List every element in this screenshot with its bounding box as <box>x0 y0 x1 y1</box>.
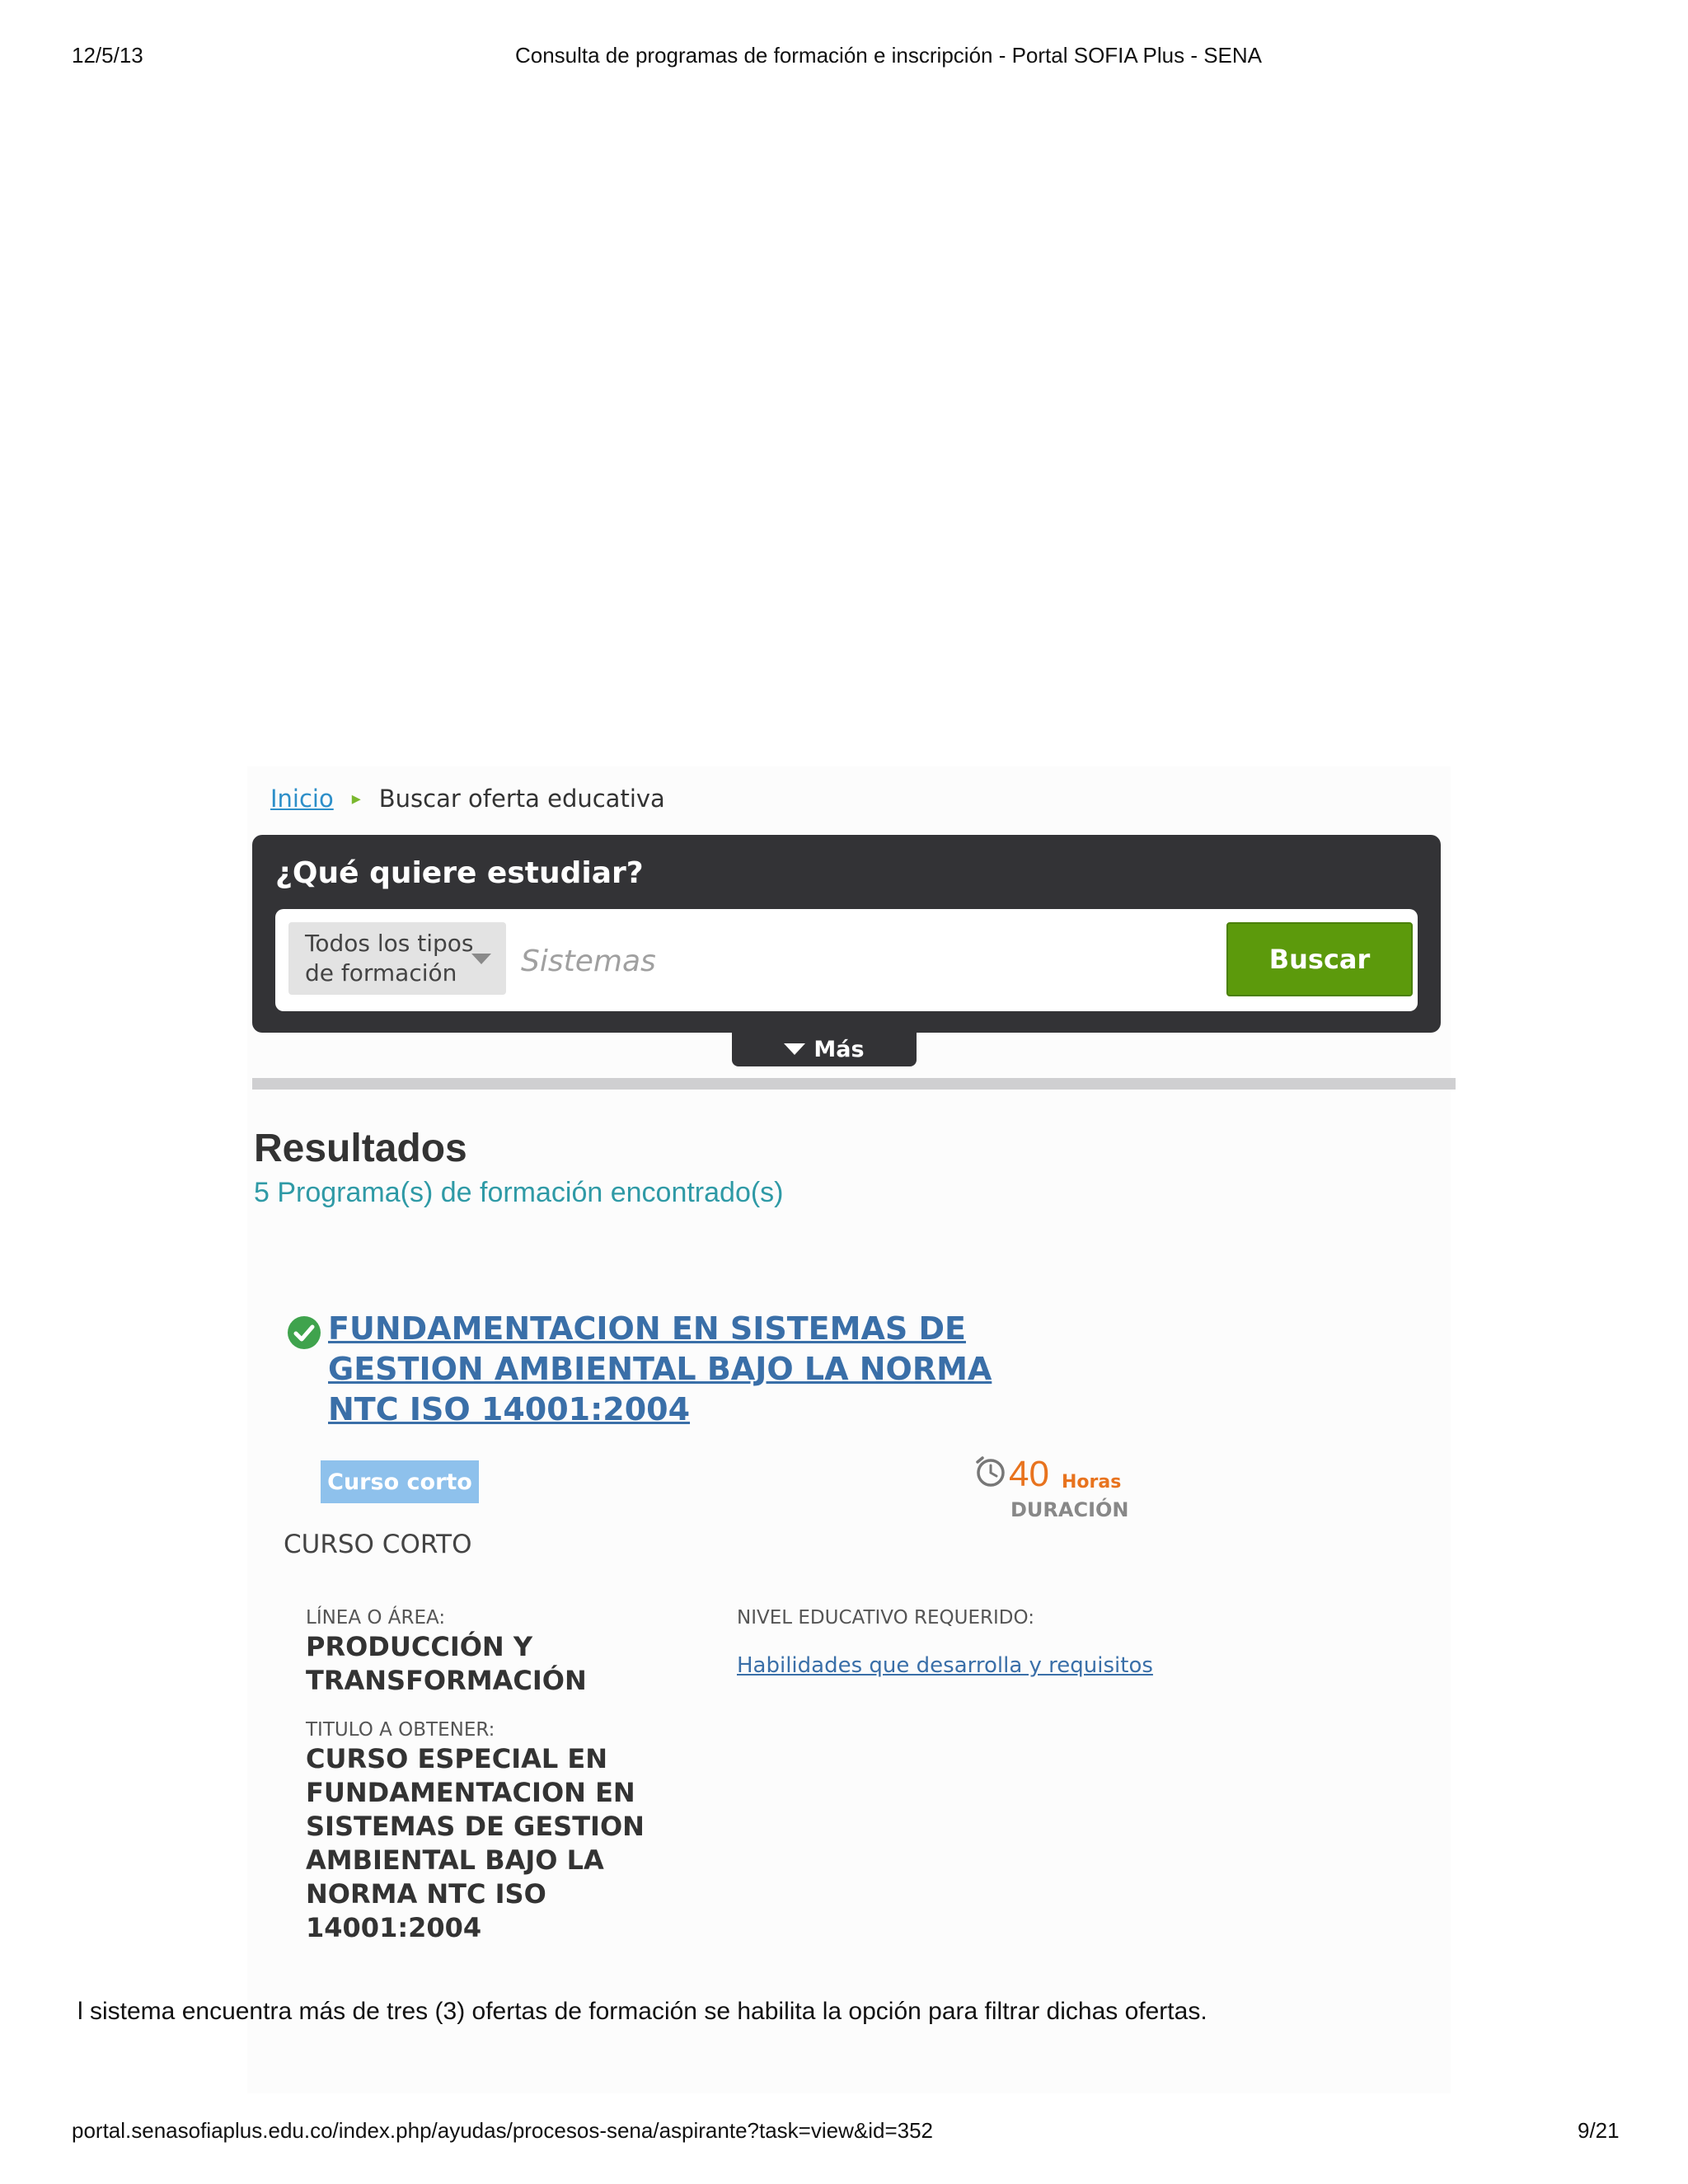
caption-text: l sistema encuentra más de tres (3) ofer… <box>77 1998 1207 2025</box>
breadcrumb: Inicio ▸ Buscar oferta educativa <box>270 785 665 813</box>
program-type-badge: Curso corto <box>321 1460 479 1503</box>
check-circle-icon <box>288 1316 321 1349</box>
results-count: 5 Programa(s) de formación encontrado(s) <box>254 1177 784 1208</box>
skills-requirements-link[interactable]: Habilidades que desarrolla y requisitos <box>737 1653 1153 1678</box>
search-heading: ¿Qué quiere estudiar? <box>275 856 644 890</box>
search-panel: ¿Qué quiere estudiar? Todos los tipos de… <box>252 835 1441 1033</box>
chevron-right-icon: ▸ <box>351 788 361 809</box>
duration-label: DURACIÓN <box>1010 1498 1129 1521</box>
stopwatch-icon <box>976 1456 1005 1487</box>
more-options-tab[interactable]: Más <box>732 1032 917 1066</box>
degree-value: CURSO ESPECIAL EN FUNDAMENTACION EN SIST… <box>306 1743 645 1943</box>
caret-down-icon <box>784 1043 806 1055</box>
search-input[interactable] <box>519 926 1231 996</box>
training-type-value: Todos los tipos de formación <box>305 930 474 987</box>
education-level-label: NIVEL EDUCATIVO REQUERIDO: <box>737 1607 1034 1629</box>
print-page-number: 9/21 <box>1578 2118 1620 2143</box>
degree-label: TITULO A OBTENER: <box>306 1719 495 1741</box>
search-bar: Todos los tipos de formación Buscar <box>275 909 1418 1011</box>
more-options-label: Más <box>814 1036 865 1062</box>
area-value: PRODUCCIÓN Y TRANSFORMACIÓN <box>306 1631 587 1696</box>
training-type-select[interactable]: Todos los tipos de formación <box>288 922 506 995</box>
breadcrumb-current: Buscar oferta educativa <box>378 785 665 813</box>
search-button[interactable]: Buscar <box>1226 922 1413 996</box>
program-title-link[interactable]: FUNDAMENTACION EN SISTEMAS DE GESTION AM… <box>328 1309 1070 1430</box>
duration-unit: Horas <box>1062 1472 1122 1493</box>
area-label: LÍNEA O ÁREA: <box>306 1607 446 1629</box>
duration-value: 40 <box>1009 1454 1049 1494</box>
print-url: portal.senasofiaplus.edu.co/index.php/ay… <box>72 2118 934 2143</box>
results-title: Resultados <box>254 1127 467 1170</box>
divider <box>252 1078 1456 1090</box>
chevron-down-icon <box>471 954 491 964</box>
breadcrumb-home-link[interactable]: Inicio <box>270 785 334 813</box>
print-title: Consulta de programas de formación e ins… <box>514 43 1263 68</box>
program-type-label: CURSO CORTO <box>284 1530 472 1559</box>
